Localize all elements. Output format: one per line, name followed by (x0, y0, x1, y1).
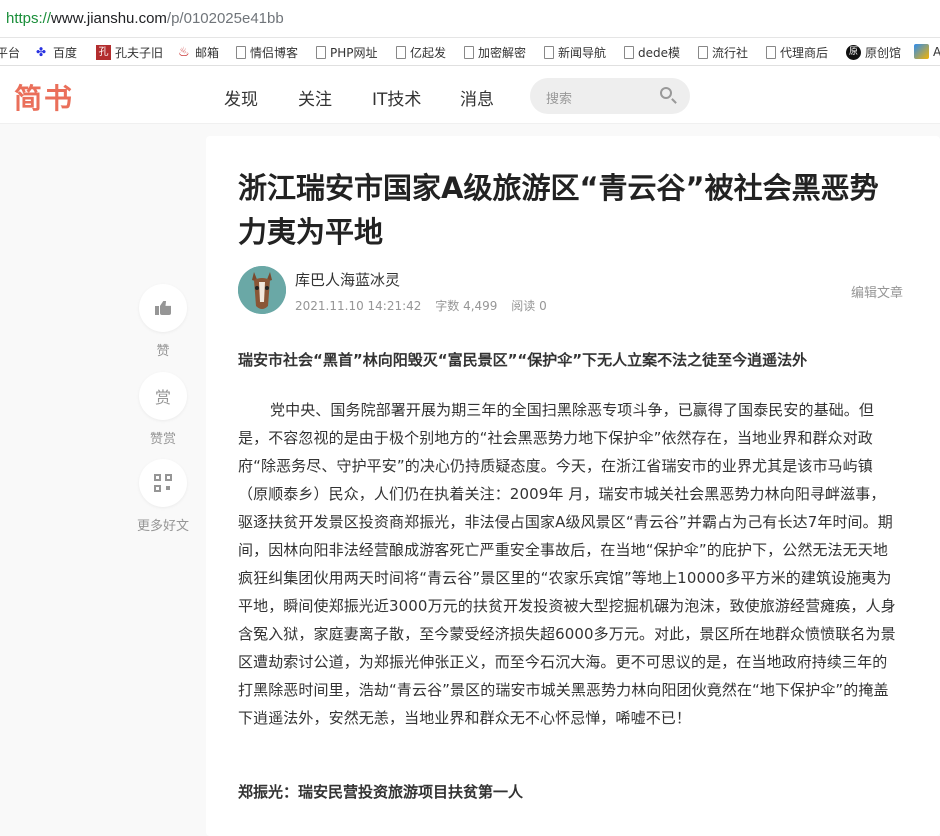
bookmark-label: 百度 (53, 46, 78, 60)
bookmark-item[interactable]: 原原创馆 (846, 44, 901, 61)
bookmark-item[interactable]: 流行社 (698, 44, 748, 61)
bookmark-item[interactable]: 代理商后 (766, 44, 828, 61)
author-avatar[interactable] (238, 266, 286, 314)
reward-action[interactable]: 赏 赞赏 (130, 372, 196, 447)
reward-button[interactable]: 赏 (139, 372, 187, 420)
url-path: /p/0102025e41bb (166, 10, 284, 27)
jianshu-logo[interactable]: 简书 (14, 77, 74, 117)
bookmark-item[interactable]: 孔孔夫子旧 (96, 44, 163, 61)
thumbs-up-icon (155, 301, 171, 315)
article-title: 浙江瑞安市国家A级旅游区“青云谷”被社会黑恶势力夷为平地 (238, 171, 879, 249)
doc-icon (236, 46, 246, 59)
bookmark-item[interactable]: 亿起发 (396, 44, 446, 61)
publish-date: 2021.11.10 14:21:42 (295, 299, 422, 313)
doc-icon (316, 46, 326, 59)
bookmarks-bar: 平台 ✤ 百度 孔孔夫子旧 ♨ 邮箱 情侣博客 PHP网址 亿起发 加密解密 新闻导… (0, 38, 940, 66)
site-header: 简书 发现 关注 IT技术 消息 搜索 (0, 66, 940, 124)
nav-it-tech[interactable]: IT技术 (372, 85, 421, 110)
bookmark-label: 原创馆 (865, 46, 902, 60)
bookmark-label: PHP网址 (330, 46, 378, 60)
yuanchuang-icon: 原 (846, 45, 861, 60)
kongfuzi-icon: 孔 (96, 45, 111, 60)
more-articles-label: 更多好文 (136, 519, 189, 534)
nav-discover[interactable]: 发现 (224, 85, 258, 110)
bookmark-label: 情侣博客 (250, 46, 299, 60)
edit-article-link[interactable]: 编辑文章 (851, 282, 903, 301)
mail-icon: ♨ (178, 45, 190, 60)
bookmark-item[interactable]: PHP网址 (316, 44, 378, 61)
article-subheading: 郑振光：瑞安民营投资旅游项目扶贫第一人 (238, 783, 524, 801)
search-icon[interactable] (660, 87, 672, 99)
bookmark-item[interactable]: 情侣博客 (236, 44, 298, 61)
doc-icon (544, 46, 554, 59)
baidu-icon: ✤ (36, 45, 47, 59)
doc-icon (624, 46, 634, 59)
bookmark-label: A (933, 45, 940, 59)
bookmark-label: 平台 (0, 46, 21, 60)
bookmark-label: dede模 (638, 46, 681, 60)
like-action[interactable]: 赞 (130, 284, 196, 359)
more-articles-action[interactable]: 更多好文 (130, 459, 196, 534)
url-text[interactable]: https://www.jianshu.com/p/0102025e41bb (6, 10, 284, 27)
bookmark-label: 孔夫子旧 (115, 46, 164, 60)
url-host: www.jianshu.com (51, 10, 167, 27)
doc-icon (396, 46, 406, 59)
author-name[interactable]: 库巴人海蓝冰灵 (295, 269, 400, 290)
reward-label: 赞赏 (149, 432, 176, 447)
bookmark-label: 新闻导航 (558, 46, 607, 60)
search-placeholder: 搜索 (546, 92, 573, 107)
reward-icon: 赏 (154, 388, 171, 407)
address-bar[interactable]: https://www.jianshu.com/p/0102025e41bb (0, 0, 940, 38)
bookmark-item[interactable]: ♨ 邮箱 (178, 44, 219, 61)
doc-icon (464, 46, 474, 59)
url-scheme: https:// (6, 10, 52, 27)
article-card: 浙江瑞安市国家A级旅游区“青云谷”被社会黑恶势力夷为平地 库巴人海蓝冰灵 202… (206, 136, 940, 836)
bookmark-item[interactable]: ✤ 百度 (36, 44, 77, 61)
bookmark-item[interactable]: 加密解密 (464, 44, 526, 61)
nav-messages[interactable]: 消息 (460, 85, 494, 110)
horse-avatar-image (238, 266, 286, 314)
bookmark-label: 邮箱 (195, 46, 220, 60)
doc-icon (766, 46, 776, 59)
article-lead: 瑞安市社会“黑首”林向阳毁灭“富民景区”“保护伞”下无人立案不法之徒至今逍遥法外 (238, 351, 808, 369)
nav-follow[interactable]: 关注 (298, 85, 332, 110)
bookmark-item[interactable]: dede模 (624, 44, 680, 61)
bookmark-item[interactable]: A (914, 44, 940, 59)
like-label: 赞 (156, 344, 170, 359)
article-meta: 2021.11.10 14:21:42 字数 4,499 阅读 0 (295, 297, 557, 314)
bookmark-item[interactable]: 新闻导航 (544, 44, 606, 61)
bookmark-label: 流行社 (712, 46, 749, 60)
article-paragraph: 党中央、国务院部署开展为期三年的全国扫黑除恶专项斗争，已赢得了国泰民安的基础。但… (238, 401, 896, 727)
search-input[interactable]: 搜索 (530, 78, 690, 114)
qrcode-icon (154, 474, 172, 492)
bookmark-label: 代理商后 (780, 46, 829, 60)
doc-icon (698, 46, 708, 59)
bookmark-item[interactable]: 平台 (0, 44, 20, 61)
app-icon (914, 44, 929, 59)
bookmark-label: 亿起发 (410, 46, 447, 60)
bookmark-label: 加密解密 (478, 46, 527, 60)
more-articles-button[interactable] (139, 459, 187, 507)
like-button[interactable] (139, 284, 187, 332)
read-count: 阅读 0 (511, 299, 547, 313)
word-count: 字数 4,499 (435, 299, 498, 313)
